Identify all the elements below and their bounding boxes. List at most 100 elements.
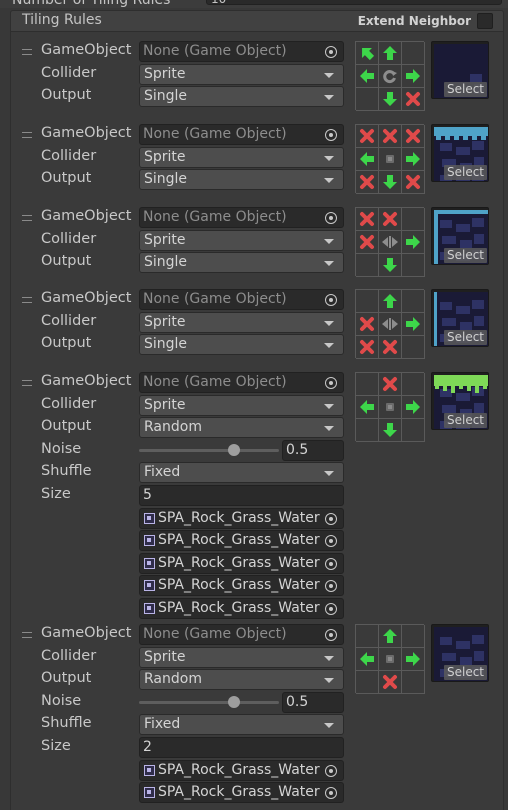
- object-picker-icon[interactable]: [325, 603, 337, 615]
- select-sprite-button[interactable]: Select: [444, 330, 487, 345]
- neighbor-cell[interactable]: [402, 625, 425, 648]
- neighbor-cell[interactable]: [356, 290, 379, 313]
- rule-drag-handle[interactable]: [22, 215, 32, 221]
- neighbor-cell[interactable]: [379, 313, 402, 336]
- slider-knob[interactable]: [228, 444, 241, 456]
- output-dropdown[interactable]: Single: [139, 169, 344, 190]
- neighbor-cell[interactable]: [402, 208, 425, 231]
- sprite-field[interactable]: SPA_Rock_Grass_Water: [139, 598, 344, 619]
- rule-drag-handle[interactable]: [22, 632, 32, 638]
- size-field[interactable]: 5: [139, 485, 344, 506]
- gameobject-field[interactable]: None (Game Object): [139, 289, 344, 310]
- sprite-field[interactable]: SPA_Rock_Grass_Water: [139, 553, 344, 574]
- noise-slider[interactable]: [139, 440, 279, 461]
- object-picker-icon[interactable]: [325, 787, 337, 799]
- sprite-field[interactable]: SPA_Rock_Grass_Water: [139, 508, 344, 529]
- neighbor-cell[interactable]: [379, 648, 402, 671]
- object-picker-icon[interactable]: [325, 377, 337, 389]
- select-sprite-button[interactable]: Select: [444, 413, 487, 428]
- noise-slider[interactable]: [139, 692, 279, 713]
- object-picker-icon[interactable]: [325, 535, 337, 547]
- neighbor-cell[interactable]: [356, 65, 379, 88]
- neighbor-cell[interactable]: [379, 671, 402, 694]
- neighbor-cell[interactable]: [379, 88, 402, 111]
- collider-dropdown[interactable]: Sprite: [139, 395, 344, 416]
- neighbor-cell[interactable]: [379, 208, 402, 231]
- neighbor-cell[interactable]: [356, 313, 379, 336]
- neighbor-cell[interactable]: [379, 254, 402, 277]
- sprite-field[interactable]: SPA_Rock_Grass_Water: [139, 575, 344, 596]
- neighbor-cell[interactable]: [356, 648, 379, 671]
- neighbor-cell[interactable]: [402, 373, 425, 396]
- neighbor-cell[interactable]: [379, 65, 402, 88]
- rule-drag-handle[interactable]: [22, 297, 32, 303]
- object-picker-icon[interactable]: [325, 513, 337, 525]
- rule-drag-handle[interactable]: [22, 49, 32, 55]
- object-picker-icon[interactable]: [325, 580, 337, 592]
- neighbor-cell[interactable]: [402, 231, 425, 254]
- collider-dropdown[interactable]: Sprite: [139, 647, 344, 668]
- output-dropdown[interactable]: Single: [139, 252, 344, 273]
- object-picker-icon[interactable]: [325, 294, 337, 306]
- collider-dropdown[interactable]: Sprite: [139, 312, 344, 333]
- neighbor-cell[interactable]: [402, 42, 425, 65]
- neighbor-cell[interactable]: [356, 373, 379, 396]
- neighbor-cell[interactable]: [379, 419, 402, 442]
- neighbor-cell[interactable]: [356, 171, 379, 194]
- noise-value-field[interactable]: 0.5: [282, 440, 344, 461]
- neighbor-cell[interactable]: [356, 125, 379, 148]
- sprite-preview[interactable]: Select: [431, 207, 489, 265]
- gameobject-field[interactable]: None (Game Object): [139, 124, 344, 145]
- output-dropdown[interactable]: Random: [139, 417, 344, 438]
- sprite-field[interactable]: SPA_Rock_Grass_Water: [139, 760, 344, 781]
- neighbor-cell[interactable]: [402, 648, 425, 671]
- rule-drag-handle[interactable]: [22, 132, 32, 138]
- collider-dropdown[interactable]: Sprite: [139, 147, 344, 168]
- neighbor-cell[interactable]: [379, 42, 402, 65]
- neighbor-cell[interactable]: [402, 171, 425, 194]
- slider-knob[interactable]: [228, 696, 241, 708]
- output-dropdown[interactable]: Random: [139, 669, 344, 690]
- neighbor-cell[interactable]: [379, 625, 402, 648]
- sprite-preview[interactable]: Select: [431, 41, 489, 99]
- object-picker-icon[interactable]: [325, 46, 337, 58]
- neighbor-cell[interactable]: [356, 671, 379, 694]
- object-picker-icon[interactable]: [325, 129, 337, 141]
- neighbor-cell[interactable]: [402, 290, 425, 313]
- neighbor-cell[interactable]: [402, 336, 425, 359]
- output-dropdown[interactable]: Single: [139, 334, 344, 355]
- object-picker-icon[interactable]: [325, 765, 337, 777]
- sprite-preview[interactable]: Select: [431, 124, 489, 182]
- sprite-preview[interactable]: Select: [431, 289, 489, 347]
- select-sprite-button[interactable]: Select: [444, 165, 487, 180]
- neighbor-cell[interactable]: [356, 419, 379, 442]
- neighbor-cell[interactable]: [379, 336, 402, 359]
- select-sprite-button[interactable]: Select: [444, 82, 487, 97]
- rule-drag-handle[interactable]: [22, 380, 32, 386]
- neighbor-cell[interactable]: [402, 125, 425, 148]
- collider-dropdown[interactable]: Sprite: [139, 64, 344, 85]
- noise-value-field[interactable]: 0.5: [282, 692, 344, 713]
- neighbor-cell[interactable]: [356, 231, 379, 254]
- neighbor-cell[interactable]: [402, 396, 425, 419]
- neighbor-cell[interactable]: [379, 148, 402, 171]
- neighbor-cell[interactable]: [379, 290, 402, 313]
- neighbor-cell[interactable]: [379, 125, 402, 148]
- extend-neighbor-checkbox[interactable]: [477, 13, 493, 29]
- neighbor-cell[interactable]: [402, 419, 425, 442]
- output-dropdown[interactable]: Single: [139, 86, 344, 107]
- neighbor-cell[interactable]: [379, 396, 402, 419]
- neighbor-cell[interactable]: [402, 65, 425, 88]
- shuffle-dropdown[interactable]: Fixed: [139, 462, 344, 483]
- object-picker-icon[interactable]: [325, 212, 337, 224]
- gameobject-field[interactable]: None (Game Object): [139, 624, 344, 645]
- neighbor-cell[interactable]: [356, 42, 379, 65]
- neighbor-cell[interactable]: [402, 88, 425, 111]
- gameobject-field[interactable]: None (Game Object): [139, 207, 344, 228]
- neighbor-cell[interactable]: [356, 254, 379, 277]
- neighbor-cell[interactable]: [356, 625, 379, 648]
- select-sprite-button[interactable]: Select: [444, 248, 487, 263]
- neighbor-cell[interactable]: [356, 88, 379, 111]
- neighbor-cell[interactable]: [356, 148, 379, 171]
- neighbor-cell[interactable]: [402, 313, 425, 336]
